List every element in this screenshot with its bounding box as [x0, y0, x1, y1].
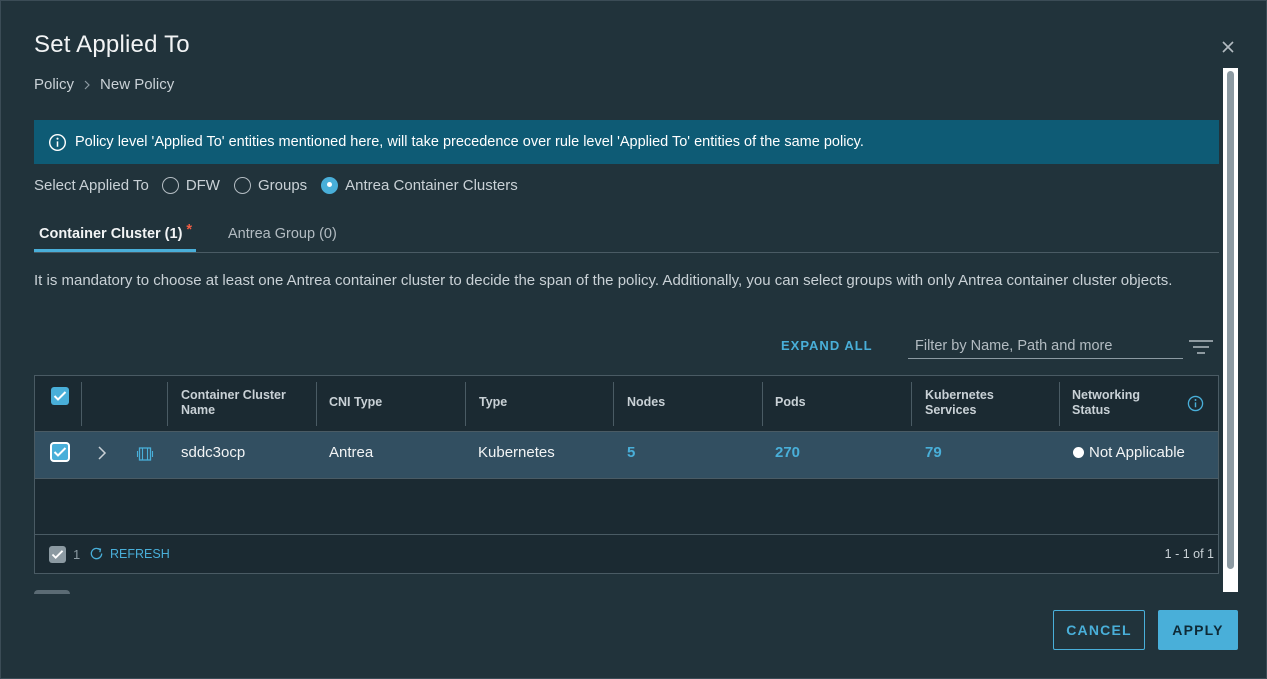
- cluster-name: sddc3ocp: [181, 444, 246, 461]
- column-header-kubernetes-services[interactable]: Kubernetes Services: [925, 388, 994, 418]
- apply-button[interactable]: APPLY: [1158, 610, 1238, 650]
- filter-input[interactable]: [908, 334, 1183, 359]
- selected-count: 1: [73, 547, 81, 562]
- radio-label: Antrea Container Clusters: [345, 176, 518, 194]
- chevron-right-icon: [84, 80, 90, 89]
- status-text: Not Applicable: [1089, 444, 1185, 461]
- column-divider: [81, 382, 82, 426]
- check-icon: [53, 447, 67, 457]
- info-icon[interactable]: [1187, 395, 1204, 412]
- networking-status: Not Applicable: [1073, 444, 1185, 461]
- info-banner: Policy level 'Applied To' entities menti…: [34, 120, 1219, 164]
- column-header-pods[interactable]: Pods: [775, 395, 806, 410]
- radio-label: DFW: [185, 176, 220, 194]
- cluster-type: Kubernetes: [478, 444, 555, 461]
- applied-to-selector: Select Applied To DFW Groups Antrea Cont…: [34, 175, 532, 195]
- grid-header: Container Cluster Name CNI Type Type Node…: [35, 376, 1218, 432]
- tab-description: It is mandatory to choose at least one A…: [34, 272, 1173, 289]
- set-applied-to-dialog: Set Applied To Policy New Policy Policy …: [0, 0, 1267, 679]
- table-row[interactable]: sddc3ocp Antrea Kubernetes 5 270 79 Not …: [35, 432, 1218, 479]
- radio-circle-selected[interactable]: [321, 176, 339, 194]
- services-link[interactable]: 79: [925, 444, 942, 461]
- radio-label: Groups: [257, 176, 308, 194]
- column-divider: [167, 382, 168, 426]
- grid-footer: 1 REFRESH 1 - 1 of 1: [35, 534, 1218, 573]
- radio-antrea-container-clusters[interactable]: Antrea Container Clusters: [321, 176, 518, 194]
- tab-antrea-group[interactable]: Antrea Group (0): [228, 226, 337, 242]
- column-header-name[interactable]: Container Cluster Name: [181, 388, 286, 418]
- breadcrumb-item-policy[interactable]: Policy: [34, 76, 74, 93]
- column-header-cni-type[interactable]: CNI Type: [329, 395, 382, 410]
- refresh-label: REFRESH: [110, 546, 170, 561]
- scrollbar-thumb[interactable]: [1227, 71, 1234, 569]
- pagination-info: 1 - 1 of 1: [1164, 547, 1214, 561]
- column-divider: [613, 382, 614, 426]
- column-divider: [316, 382, 317, 426]
- check-icon: [51, 550, 64, 560]
- column-divider: [762, 382, 763, 426]
- tab-label: Container Cluster (1): [39, 226, 183, 242]
- banner-text: Policy level 'Applied To' entities menti…: [75, 134, 864, 150]
- filter-icon[interactable]: [1188, 339, 1214, 355]
- tab-bar: Container Cluster (1) * Antrea Group (0): [34, 221, 1219, 253]
- radio-dfw[interactable]: DFW: [161, 176, 220, 194]
- breadcrumb: Policy New Policy: [34, 76, 174, 93]
- radio-circle[interactable]: [161, 176, 179, 194]
- selected-count-checkbox: [49, 546, 66, 563]
- active-tab-indicator: [34, 249, 196, 252]
- tab-container-cluster[interactable]: Container Cluster (1) *: [39, 222, 192, 242]
- refresh-button[interactable]: REFRESH: [89, 546, 170, 561]
- select-all-checkbox[interactable]: [51, 387, 69, 405]
- column-divider: [1059, 382, 1060, 426]
- dialog-title: Set Applied To: [34, 31, 190, 58]
- cancel-button[interactable]: CANCEL: [1053, 610, 1145, 650]
- refresh-icon: [90, 547, 103, 560]
- status-dot-icon: [1073, 447, 1084, 458]
- pods-link[interactable]: 270: [775, 444, 800, 461]
- applied-to-label: Select Applied To: [34, 176, 149, 194]
- column-header-type[interactable]: Type: [479, 395, 507, 410]
- expand-all-button[interactable]: EXPAND ALL: [781, 338, 873, 353]
- info-icon: [48, 133, 67, 151]
- column-header-networking-status[interactable]: Networking Status: [1072, 388, 1140, 418]
- check-icon: [53, 391, 67, 401]
- container-cluster-icon: [136, 447, 154, 461]
- container-cluster-grid: Container Cluster Name CNI Type Type Node…: [34, 375, 1219, 574]
- column-header-nodes[interactable]: Nodes: [627, 395, 665, 410]
- chevron-right-icon[interactable]: [95, 445, 109, 461]
- nodes-link[interactable]: 5: [627, 444, 635, 461]
- close-icon[interactable]: [1220, 39, 1236, 55]
- column-divider: [911, 382, 912, 426]
- required-marker: *: [186, 222, 193, 238]
- row-checkbox[interactable]: [50, 442, 70, 462]
- breadcrumb-item-new-policy: New Policy: [100, 76, 175, 93]
- cni-type: Antrea: [329, 444, 374, 461]
- column-divider: [465, 382, 466, 426]
- radio-circle[interactable]: [233, 176, 251, 194]
- next-section-toggle: [34, 590, 70, 594]
- radio-groups[interactable]: Groups: [233, 176, 308, 194]
